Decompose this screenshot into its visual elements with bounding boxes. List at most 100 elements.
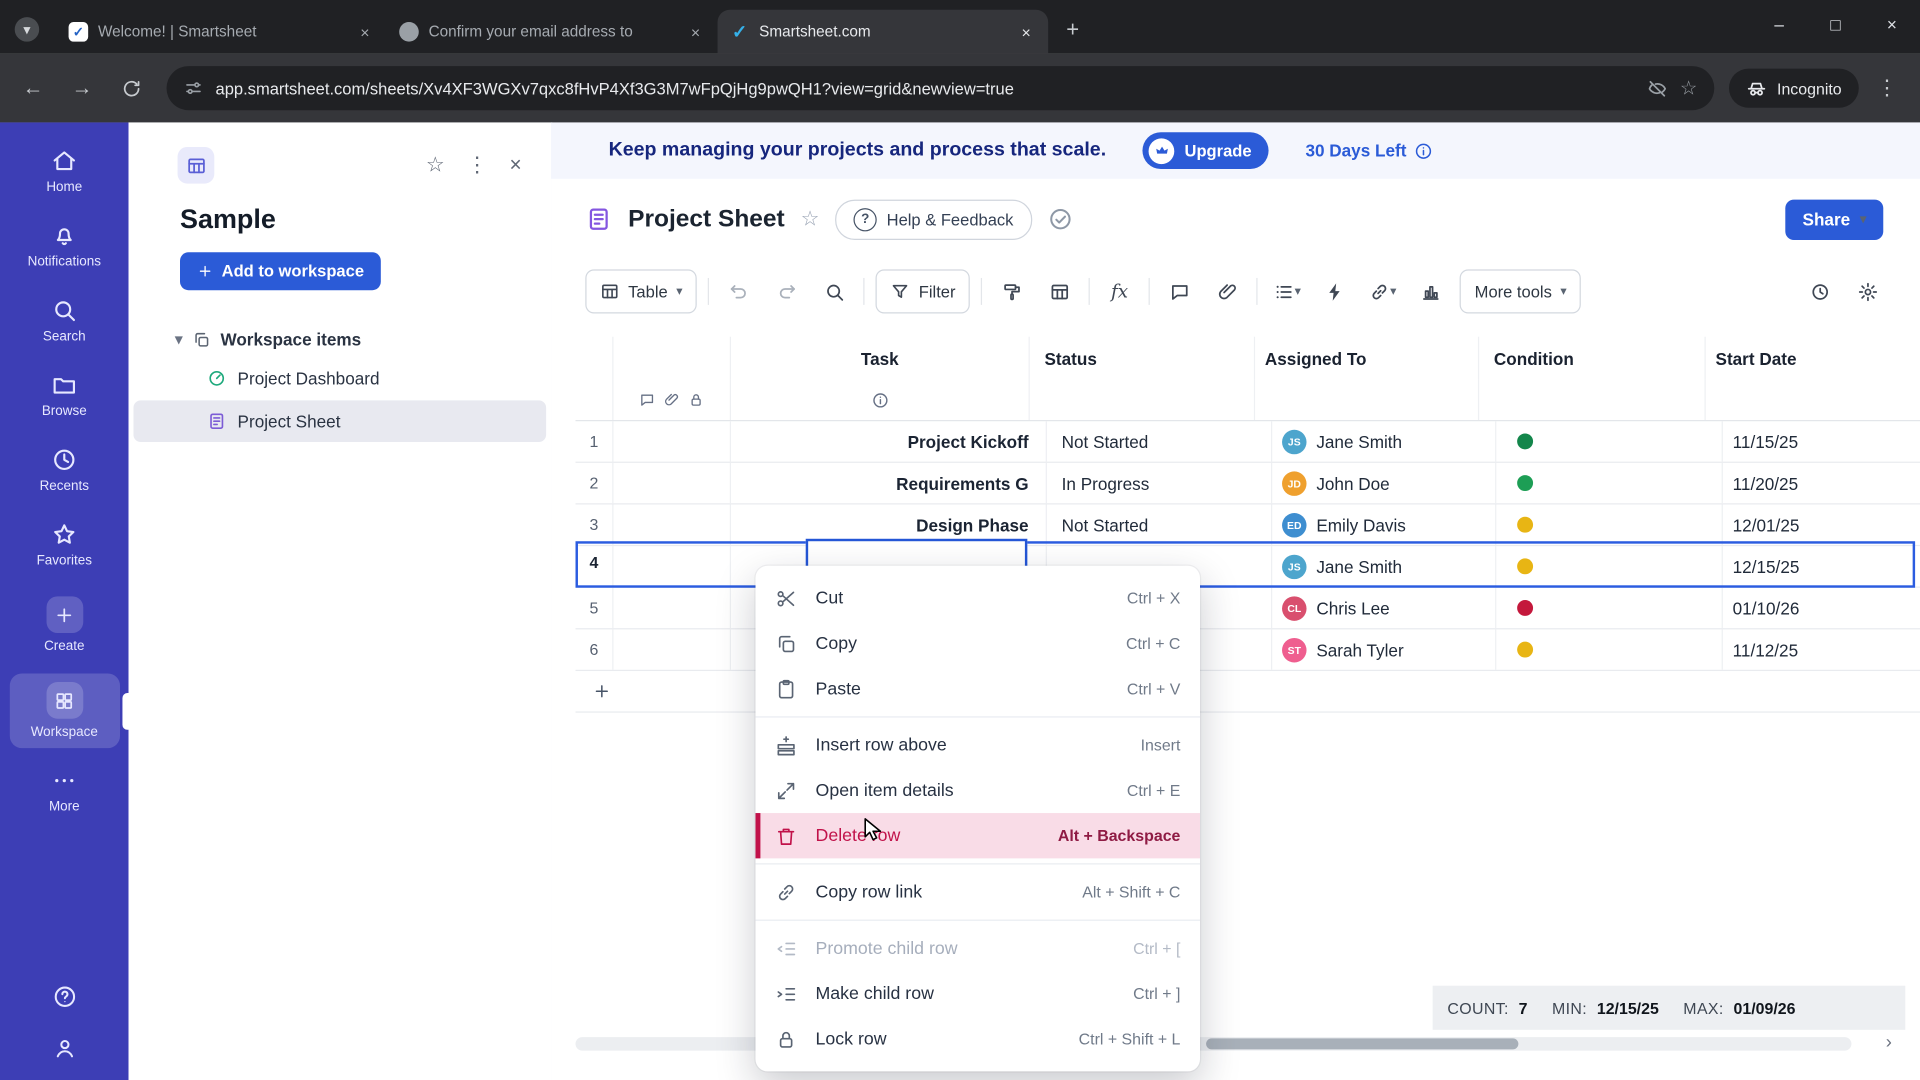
rail-item-favorites[interactable]: Favorites xyxy=(9,513,119,577)
trial-days-left[interactable]: 30 Days Left xyxy=(1305,141,1432,161)
menu-item-lock-row[interactable]: Lock row Ctrl + Shift + L xyxy=(756,1016,1200,1061)
cell-status[interactable]: In Progress xyxy=(1047,463,1272,503)
minimize-button[interactable]: – xyxy=(1751,0,1807,49)
attachment-column-icon[interactable] xyxy=(664,392,680,408)
help-feedback-button[interactable]: ? Help & Feedback xyxy=(835,199,1032,239)
maximize-button[interactable]: □ xyxy=(1807,0,1863,49)
panel-kebab-icon[interactable]: ⋮ xyxy=(467,153,488,177)
table-row[interactable]: 3 Design Phase Not Started ED Emily Davi… xyxy=(576,504,1920,546)
search-sheet-button[interactable] xyxy=(816,272,853,311)
cell-assigned[interactable]: JS Jane Smith xyxy=(1272,421,1496,461)
rail-item-recents[interactable]: Recents xyxy=(9,438,119,502)
close-window-button[interactable]: × xyxy=(1864,0,1920,49)
site-info-icon[interactable] xyxy=(184,78,204,98)
cell-condition[interactable] xyxy=(1496,546,1723,586)
rail-item-create[interactable]: Create xyxy=(9,588,119,663)
cell-start-date[interactable]: 01/10/26 xyxy=(1723,588,1920,628)
cell-start-date[interactable]: 12/15/25 xyxy=(1723,546,1920,586)
url-bar[interactable]: app.smartsheet.com/sheets/Xv4XF3WGXv7qxc… xyxy=(167,66,1715,110)
scroll-right-chevron[interactable]: › xyxy=(1886,1032,1892,1053)
menu-item-cut[interactable]: Cut Ctrl + X xyxy=(756,576,1200,621)
cell-assigned[interactable]: JD John Doe xyxy=(1272,463,1496,503)
more-tools-button[interactable]: More tools ▾ xyxy=(1460,269,1581,313)
cell-condition[interactable] xyxy=(1496,421,1723,461)
cell-condition[interactable] xyxy=(1496,463,1723,503)
rail-item-search[interactable]: Search xyxy=(9,289,119,353)
attachment-button[interactable] xyxy=(1209,272,1246,311)
cell-start-date[interactable]: 11/12/25 xyxy=(1723,629,1920,669)
back-button[interactable]: ← xyxy=(12,67,54,109)
cell-format-button[interactable] xyxy=(1041,272,1078,311)
link-button[interactable]: ▾ xyxy=(1364,272,1401,311)
panel-close-icon[interactable]: × xyxy=(509,153,521,177)
cell-task[interactable]: Project Kickoff xyxy=(731,421,1047,461)
format-painter-button[interactable] xyxy=(993,272,1030,311)
row-number[interactable]: 5 xyxy=(576,588,614,628)
tree-item-project-sheet[interactable]: Project Sheet xyxy=(133,400,546,442)
tab-search-button[interactable]: ▾ xyxy=(15,17,39,41)
table-row[interactable]: 2 Requirements G In Progress JD John Doe… xyxy=(576,463,1920,505)
chart-button[interactable] xyxy=(1412,272,1449,311)
redo-button[interactable] xyxy=(768,272,805,311)
comment-column-icon[interactable] xyxy=(639,392,655,408)
menu-item-copy-row-link[interactable]: Copy row link Alt + Shift + C xyxy=(756,869,1200,914)
cell-condition[interactable] xyxy=(1496,588,1723,628)
rail-item-workspace[interactable]: Workspace xyxy=(9,673,119,748)
cell-assigned[interactable]: CL Chris Lee xyxy=(1272,588,1496,628)
scrollbar-thumb[interactable] xyxy=(1206,1038,1518,1049)
row-number[interactable]: 6 xyxy=(576,629,614,669)
automation-button[interactable] xyxy=(1317,272,1354,311)
selected-row-number[interactable]: 4 xyxy=(576,541,613,583)
rail-item-browse[interactable]: Browse xyxy=(9,364,119,428)
row-number[interactable]: 3 xyxy=(576,504,614,544)
tab-close-icon[interactable]: × xyxy=(686,22,706,42)
browser-tab-welcome[interactable]: ✓ Welcome! | Smartsheet × xyxy=(56,10,387,54)
column-header-status[interactable]: Status xyxy=(1030,337,1255,380)
bookmark-star-icon[interactable]: ☆ xyxy=(1680,76,1698,100)
menu-item-make-child-row[interactable]: Make child row Ctrl + ] xyxy=(756,971,1200,1016)
activity-log-button[interactable] xyxy=(1801,272,1838,311)
menu-item-delete-row[interactable]: Delete row Alt + Backspace xyxy=(756,813,1200,858)
cell-assigned[interactable]: ED Emily Davis xyxy=(1272,504,1496,544)
url-text[interactable]: app.smartsheet.com/sheets/Xv4XF3WGXv7qxc… xyxy=(216,79,1635,97)
lock-column-icon[interactable] xyxy=(688,392,704,408)
column-header-assigned[interactable]: Assigned To xyxy=(1255,337,1479,380)
cell-condition[interactable] xyxy=(1496,504,1723,544)
help-icon[interactable] xyxy=(52,984,76,1008)
cell-start-date[interactable]: 12/01/25 xyxy=(1723,504,1920,544)
forward-button[interactable]: → xyxy=(61,67,103,109)
row-actions-button[interactable]: ▾ xyxy=(1269,272,1306,311)
column-header-condition[interactable]: Condition xyxy=(1479,337,1706,380)
info-icon[interactable] xyxy=(871,391,888,408)
cell-status[interactable]: Not Started xyxy=(1047,504,1272,544)
reload-button[interactable] xyxy=(110,67,152,109)
menu-item-open-item-details[interactable]: Open item details Ctrl + E xyxy=(756,768,1200,813)
cell-status[interactable]: Not Started xyxy=(1047,421,1272,461)
browser-tab-confirm-email[interactable]: Confirm your email address to × xyxy=(387,10,718,54)
browser-tab-smartsheet-active[interactable]: ✓ Smartsheet.com × xyxy=(718,10,1049,54)
cell-start-date[interactable]: 11/15/25 xyxy=(1723,421,1920,461)
cell-assigned[interactable]: JS Jane Smith xyxy=(1272,546,1496,586)
view-switcher-button[interactable]: Table ▾ xyxy=(585,269,697,313)
favorite-star-icon[interactable]: ☆ xyxy=(426,153,445,177)
row-number[interactable]: 1 xyxy=(576,421,614,461)
cell-condition[interactable] xyxy=(1496,629,1723,669)
menu-item-insert-row-above[interactable]: Insert row above Insert xyxy=(756,722,1200,767)
tree-item-project-dashboard[interactable]: Project Dashboard xyxy=(133,358,546,400)
upgrade-button[interactable]: Upgrade xyxy=(1143,132,1269,169)
cell-task[interactable]: Requirements G xyxy=(731,463,1047,503)
column-header-task[interactable]: Task xyxy=(731,337,1030,380)
tab-close-icon[interactable]: × xyxy=(355,22,375,42)
account-icon[interactable] xyxy=(52,1036,76,1060)
formula-button[interactable]: fx xyxy=(1101,272,1138,311)
rail-item-notifications[interactable]: Notifications xyxy=(9,214,119,278)
add-to-workspace-button[interactable]: Add to workspace xyxy=(180,252,381,290)
browser-menu-button[interactable]: ⋮ xyxy=(1866,67,1908,109)
column-header-start-date[interactable]: Start Date xyxy=(1706,337,1920,380)
eye-off-icon[interactable] xyxy=(1647,78,1668,99)
favorite-sheet-star-icon[interactable]: ☆ xyxy=(801,207,820,231)
row-number[interactable]: 2 xyxy=(576,463,614,503)
settings-gear-button[interactable] xyxy=(1849,272,1886,311)
undo-button[interactable] xyxy=(720,272,757,311)
new-tab-button[interactable]: + xyxy=(1056,12,1090,46)
